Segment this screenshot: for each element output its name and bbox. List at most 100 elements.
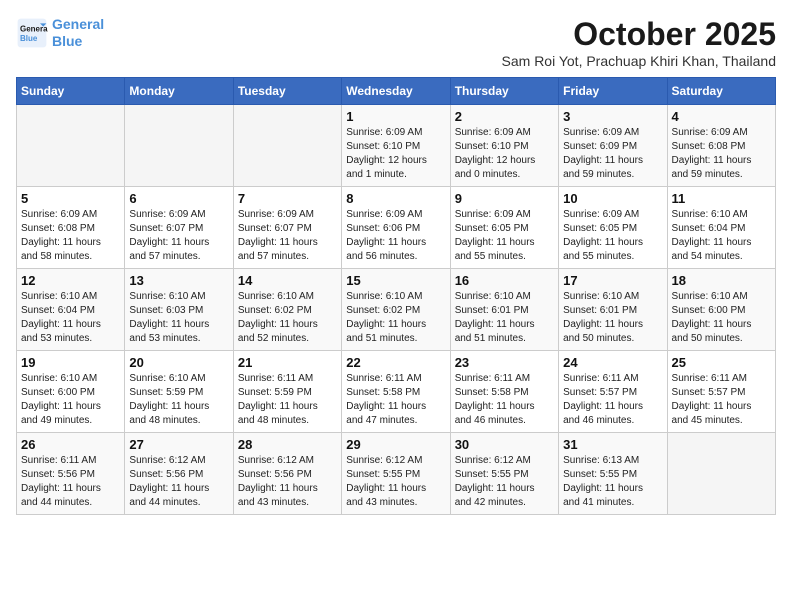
day-info: Sunrise: 6:11 AM Sunset: 5:57 PM Dayligh… (563, 372, 662, 428)
calendar-cell: 15 Sunrise: 6:10 AM Sunset: 6:02 PM Dayli… (342, 269, 450, 351)
day-number: 12 (21, 273, 120, 288)
weekday-header: Wednesday (342, 78, 450, 105)
day-info: Sunrise: 6:09 AM Sunset: 6:05 PM Dayligh… (455, 208, 554, 264)
calendar-week-row: 1Sunrise: 6:09 AM Sunset: 6:10 PM Daylig… (17, 105, 776, 187)
day-info: Sunrise: 6:09 AM Sunset: 6:07 PM Dayligh… (238, 208, 337, 264)
calendar-cell: 17Sunrise: 6:10 AM Sunset: 6:01 PM Dayli… (559, 269, 667, 351)
calendar-cell: 21 Sunrise: 6:11 AM Sunset: 5:59 PM Dayli… (233, 351, 341, 433)
calendar-cell: 31 Sunrise: 6:13 AM Sunset: 5:55 PM Dayli… (559, 433, 667, 515)
weekday-header: Friday (559, 78, 667, 105)
day-info: Sunrise: 6:13 AM Sunset: 5:55 PM Dayligh… (563, 454, 662, 510)
day-number: 30 (455, 437, 554, 452)
day-number: 27 (129, 437, 228, 452)
calendar-cell: 25 Sunrise: 6:11 AM Sunset: 5:57 PM Dayli… (667, 351, 775, 433)
calendar-table: SundayMondayTuesdayWednesdayThursdayFrid… (16, 77, 776, 515)
day-info: Sunrise: 6:12 AM Sunset: 5:55 PM Dayligh… (455, 454, 554, 510)
logo-text: GeneralBlue (52, 16, 104, 50)
calendar-cell: 22Sunrise: 6:11 AM Sunset: 5:58 PM Dayli… (342, 351, 450, 433)
weekday-header: Sunday (17, 78, 125, 105)
day-number: 17 (563, 273, 662, 288)
day-number: 24 (563, 355, 662, 370)
svg-text:Blue: Blue (20, 34, 38, 43)
calendar-cell (233, 105, 341, 187)
day-number: 13 (129, 273, 228, 288)
day-number: 25 (672, 355, 771, 370)
day-info: Sunrise: 6:11 AM Sunset: 5:58 PM Dayligh… (455, 372, 554, 428)
calendar-cell: 6Sunrise: 6:09 AM Sunset: 6:07 PM Daylig… (125, 187, 233, 269)
calendar-cell: 20Sunrise: 6:10 AM Sunset: 5:59 PM Dayli… (125, 351, 233, 433)
day-number: 21 (238, 355, 337, 370)
day-info: Sunrise: 6:09 AM Sunset: 6:08 PM Dayligh… (672, 126, 771, 182)
day-info: Sunrise: 6:10 AM Sunset: 6:02 PM Dayligh… (238, 290, 337, 346)
calendar-cell: 3Sunrise: 6:09 AM Sunset: 6:09 PM Daylig… (559, 105, 667, 187)
day-info: Sunrise: 6:12 AM Sunset: 5:56 PM Dayligh… (129, 454, 228, 510)
day-number: 18 (672, 273, 771, 288)
calendar-cell (17, 105, 125, 187)
calendar-cell: 5 Sunrise: 6:09 AM Sunset: 6:08 PM Daylig… (17, 187, 125, 269)
day-number: 11 (672, 191, 771, 206)
weekday-header: Saturday (667, 78, 775, 105)
day-number: 16 (455, 273, 554, 288)
weekday-header: Monday (125, 78, 233, 105)
location-title: Sam Roi Yot, Prachuap Khiri Khan, Thaila… (502, 53, 776, 69)
day-info: Sunrise: 6:10 AM Sunset: 6:04 PM Dayligh… (21, 290, 120, 346)
day-number: 3 (563, 109, 662, 124)
day-info: Sunrise: 6:11 AM Sunset: 5:58 PM Dayligh… (346, 372, 445, 428)
day-info: Sunrise: 6:12 AM Sunset: 5:56 PM Dayligh… (238, 454, 337, 510)
calendar-cell (125, 105, 233, 187)
day-number: 6 (129, 191, 228, 206)
weekday-header: Tuesday (233, 78, 341, 105)
calendar-cell: 4 Sunrise: 6:09 AM Sunset: 6:08 PM Daylig… (667, 105, 775, 187)
day-number: 1 (346, 109, 445, 124)
day-info: Sunrise: 6:09 AM Sunset: 6:08 PM Dayligh… (21, 208, 120, 264)
day-number: 23 (455, 355, 554, 370)
calendar-cell: 19Sunrise: 6:10 AM Sunset: 6:00 PM Dayli… (17, 351, 125, 433)
calendar-cell: 18 Sunrise: 6:10 AM Sunset: 6:00 PM Dayli… (667, 269, 775, 351)
day-info: Sunrise: 6:09 AM Sunset: 6:05 PM Dayligh… (563, 208, 662, 264)
logo-icon: General Blue (16, 17, 48, 49)
calendar-week-row: 26 Sunrise: 6:11 AM Sunset: 5:56 PM Dayli… (17, 433, 776, 515)
day-info: Sunrise: 6:10 AM Sunset: 6:02 PM Dayligh… (346, 290, 445, 346)
calendar-week-row: 5 Sunrise: 6:09 AM Sunset: 6:08 PM Daylig… (17, 187, 776, 269)
day-info: Sunrise: 6:11 AM Sunset: 5:57 PM Dayligh… (672, 372, 771, 428)
day-number: 20 (129, 355, 228, 370)
day-info: Sunrise: 6:10 AM Sunset: 6:00 PM Dayligh… (672, 290, 771, 346)
calendar-cell (667, 433, 775, 515)
calendar-cell: 16 Sunrise: 6:10 AM Sunset: 6:01 PM Dayli… (450, 269, 558, 351)
day-info: Sunrise: 6:11 AM Sunset: 5:59 PM Dayligh… (238, 372, 337, 428)
day-number: 31 (563, 437, 662, 452)
day-info: Sunrise: 6:10 AM Sunset: 6:01 PM Dayligh… (455, 290, 554, 346)
day-number: 10 (563, 191, 662, 206)
title-area: October 2025 Sam Roi Yot, Prachuap Khiri… (502, 16, 776, 69)
calendar-cell: 26 Sunrise: 6:11 AM Sunset: 5:56 PM Dayli… (17, 433, 125, 515)
day-number: 4 (672, 109, 771, 124)
day-number: 26 (21, 437, 120, 452)
calendar-cell: 30 Sunrise: 6:12 AM Sunset: 5:55 PM Dayli… (450, 433, 558, 515)
month-title: October 2025 (502, 16, 776, 53)
weekday-header: Thursday (450, 78, 558, 105)
calendar-week-row: 12 Sunrise: 6:10 AM Sunset: 6:04 PM Dayli… (17, 269, 776, 351)
calendar-cell: 13 Sunrise: 6:10 AM Sunset: 6:03 PM Dayli… (125, 269, 233, 351)
page-header: General Blue GeneralBlue October 2025 Sa… (16, 16, 776, 69)
calendar-header-row: SundayMondayTuesdayWednesdayThursdayFrid… (17, 78, 776, 105)
calendar-cell: 12 Sunrise: 6:10 AM Sunset: 6:04 PM Dayli… (17, 269, 125, 351)
day-info: Sunrise: 6:10 AM Sunset: 6:03 PM Dayligh… (129, 290, 228, 346)
calendar-cell: 9Sunrise: 6:09 AM Sunset: 6:05 PM Daylig… (450, 187, 558, 269)
calendar-cell: 1Sunrise: 6:09 AM Sunset: 6:10 PM Daylig… (342, 105, 450, 187)
calendar-cell: 8Sunrise: 6:09 AM Sunset: 6:06 PM Daylig… (342, 187, 450, 269)
day-info: Sunrise: 6:10 AM Sunset: 6:00 PM Dayligh… (21, 372, 120, 428)
calendar-cell: 23 Sunrise: 6:11 AM Sunset: 5:58 PM Dayli… (450, 351, 558, 433)
calendar-cell: 28Sunrise: 6:12 AM Sunset: 5:56 PM Dayli… (233, 433, 341, 515)
day-info: Sunrise: 6:11 AM Sunset: 5:56 PM Dayligh… (21, 454, 120, 510)
day-number: 15 (346, 273, 445, 288)
day-info: Sunrise: 6:09 AM Sunset: 6:06 PM Dayligh… (346, 208, 445, 264)
day-number: 29 (346, 437, 445, 452)
day-number: 5 (21, 191, 120, 206)
calendar-cell: 14Sunrise: 6:10 AM Sunset: 6:02 PM Dayli… (233, 269, 341, 351)
calendar-cell: 29 Sunrise: 6:12 AM Sunset: 5:55 PM Dayli… (342, 433, 450, 515)
day-info: Sunrise: 6:12 AM Sunset: 5:55 PM Dayligh… (346, 454, 445, 510)
day-number: 7 (238, 191, 337, 206)
calendar-cell: 10 Sunrise: 6:09 AM Sunset: 6:05 PM Dayli… (559, 187, 667, 269)
calendar-cell: 11Sunrise: 6:10 AM Sunset: 6:04 PM Dayli… (667, 187, 775, 269)
calendar-week-row: 19Sunrise: 6:10 AM Sunset: 6:00 PM Dayli… (17, 351, 776, 433)
